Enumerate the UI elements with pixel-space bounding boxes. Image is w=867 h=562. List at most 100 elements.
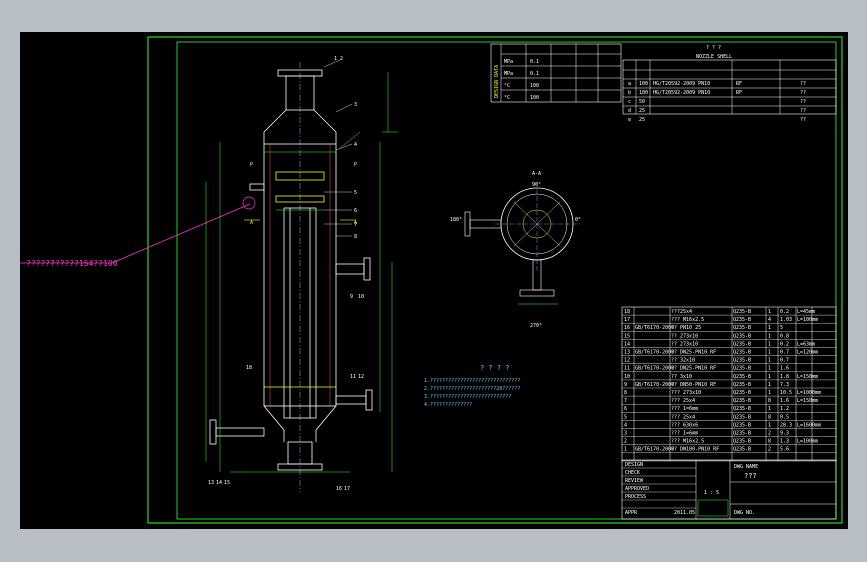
part-note: L=120mm (797, 350, 818, 356)
svg-text:APPROVED: APPROVED (625, 486, 649, 492)
parts-row: 3 ??? 1=6mm Q235-B 2 9.3 (624, 431, 789, 437)
part-weight: 5 (780, 325, 783, 331)
part-weight: 0.2 (780, 341, 789, 347)
parts-row: 6 ??? 1=6mm Q235-B 1 1.2 (624, 406, 789, 412)
part-material: Q235-B (733, 309, 751, 315)
svg-text:7: 7 (354, 222, 357, 228)
part-material: Q235-B (733, 398, 751, 404)
part-material: Q235-B (733, 317, 751, 323)
svg-text:0°: 0° (575, 217, 581, 223)
nozzle-row: d 25?? (628, 108, 806, 114)
part-name: ?? PN10 25 (671, 325, 701, 331)
svg-text:CHECK: CHECK (625, 470, 640, 476)
part-material: Q235-B (733, 406, 751, 412)
part-no: 7 (624, 398, 627, 404)
parts-list: 18 ???25x4 Q235-B 1 0.2 L=45mm17??? M16x2.5 Q2… (621, 306, 837, 462)
svg-text:? ? ? ?: ? ? ? ? (480, 364, 510, 372)
svg-text:°C: °C (504, 83, 510, 89)
part-weight: 1.6 (780, 398, 789, 404)
callout-text: ???????????154??100 (26, 259, 118, 268)
part-weight: 5.6 (780, 447, 789, 453)
part-name: ???25x4 (671, 309, 692, 315)
svg-text:5: 5 (354, 190, 357, 196)
svg-text:10: 10 (358, 294, 364, 300)
part-note: L=1000mm (797, 390, 821, 396)
part-name: ?? 32x10 (671, 358, 695, 364)
part-qty: 8 (768, 398, 771, 404)
part-qty: 1 (768, 358, 771, 364)
svg-text:3: 3 (354, 102, 357, 108)
part-no: 5 (624, 414, 627, 420)
part-name: ?? DN50-PN10 RF (671, 382, 716, 388)
svg-text:? ? ?: ? ? ? (706, 45, 721, 51)
nozzle-mark: a (628, 81, 631, 87)
part-qty: 1 (768, 382, 771, 388)
svg-text:180°: 180° (450, 217, 462, 223)
part-no: 1 (624, 447, 627, 453)
cad-viewport[interactable]: ???????????154??100 P P A A 1 2 3 4 5 6 … (20, 32, 848, 529)
part-weight: 0.5 (780, 414, 789, 420)
part-name: ?? 273x10 (671, 341, 698, 347)
part-no: 17 (624, 317, 630, 323)
nozzle-height: ?? (800, 90, 806, 96)
part-weight: 0.7 (780, 350, 789, 356)
part-no: 18 (624, 309, 630, 315)
part-weight: 7.3 (780, 382, 789, 388)
nozzle-row: c 50?? (628, 99, 806, 105)
part-name: ??? 273x10 (671, 390, 701, 396)
svg-text:1: 1 (334, 56, 337, 62)
svg-text:4.??????????????: 4.?????????????? (424, 402, 472, 408)
nozzle-row: b 100 HG/T20592-2009 PN10 RF?? (628, 90, 806, 96)
svg-text:15: 15 (224, 480, 230, 486)
part-note: L=63mm (797, 341, 815, 347)
svg-text:2.??????????????????????20????: 2.??????????????????????20?????? (424, 386, 520, 392)
svg-text:270°: 270° (530, 323, 542, 329)
parts-row: 16 GB/T6170-2000?? PN10 25 Q235-B 1 5 (624, 325, 783, 331)
part-weight: 1.3 (780, 439, 789, 445)
part-no: 14 (624, 341, 630, 347)
svg-text:DESIGN: DESIGN (625, 462, 643, 468)
nozzle-row: a 100 HG/T20592-2009 PN10 RF?? (628, 81, 806, 87)
part-qty: 1 (768, 350, 771, 356)
nozzle-face: RF (736, 90, 742, 96)
svg-text:NOZZLE SHELL: NOZZLE SHELL (696, 54, 732, 60)
part-weight: 10.5 (780, 390, 792, 396)
svg-text:9: 9 (350, 294, 353, 300)
svg-text:P: P (354, 162, 357, 168)
parts-row: 4 ??? 630x6 Q235-B 1 28.3 L=1600mm (624, 422, 821, 428)
nozzle-height: ?? (800, 117, 806, 123)
part-qty: 8 (768, 414, 771, 420)
svg-text:100: 100 (530, 95, 539, 101)
part-note: L=100mm (797, 439, 818, 445)
nozzle-height: ?? (800, 99, 806, 105)
part-material: Q235-B (733, 439, 751, 445)
part-qty: 1 (768, 374, 771, 380)
part-name: ??? 25x4 (671, 414, 695, 420)
svg-text:2: 2 (340, 56, 343, 62)
part-name: ?? 3x10 (671, 374, 692, 380)
part-material: Q235-B (733, 358, 751, 364)
svg-text:13: 13 (208, 480, 214, 486)
parts-row: 5 ??? 25x4 Q235-B 8 0.5 (624, 414, 789, 420)
part-name: ??? 1=6mm (671, 431, 698, 437)
svg-text:6: 6 (354, 208, 357, 214)
drawing-canvas[interactable]: ???????????154??100 P P A A 1 2 3 4 5 6 … (20, 32, 848, 529)
part-qty: 1 (768, 406, 771, 412)
part-material: Q235-B (733, 366, 751, 372)
parts-row: 2 ??? M16x2.5 Q235-B 8 1.3 L=100mm (624, 439, 818, 445)
section-label: A-A (532, 171, 541, 177)
part-qty: 1 (768, 341, 771, 347)
part-material: Q235-B (733, 422, 751, 428)
part-weight: 9.3 (780, 431, 789, 437)
part-material: Q235-B (733, 341, 751, 347)
svg-text:0.1: 0.1 (530, 59, 539, 65)
svg-text:PROCESS: PROCESS (625, 494, 646, 500)
parts-row: 14 ?? 273x10 Q235-B 1 0.2 L=63mm (624, 341, 815, 347)
part-std: GB/T6170-2000 (635, 447, 674, 453)
nozzle-std: HG/T20592-2009 PN10 (653, 81, 710, 87)
svg-text:11: 11 (350, 374, 356, 380)
part-no: 13 (624, 350, 630, 356)
part-no: 8 (624, 390, 627, 396)
svg-text:8: 8 (354, 234, 357, 240)
parts-row: 11 GB/T6170-2000?? DN25-PN10 RF Q235-B 1 1.6 (624, 366, 789, 372)
